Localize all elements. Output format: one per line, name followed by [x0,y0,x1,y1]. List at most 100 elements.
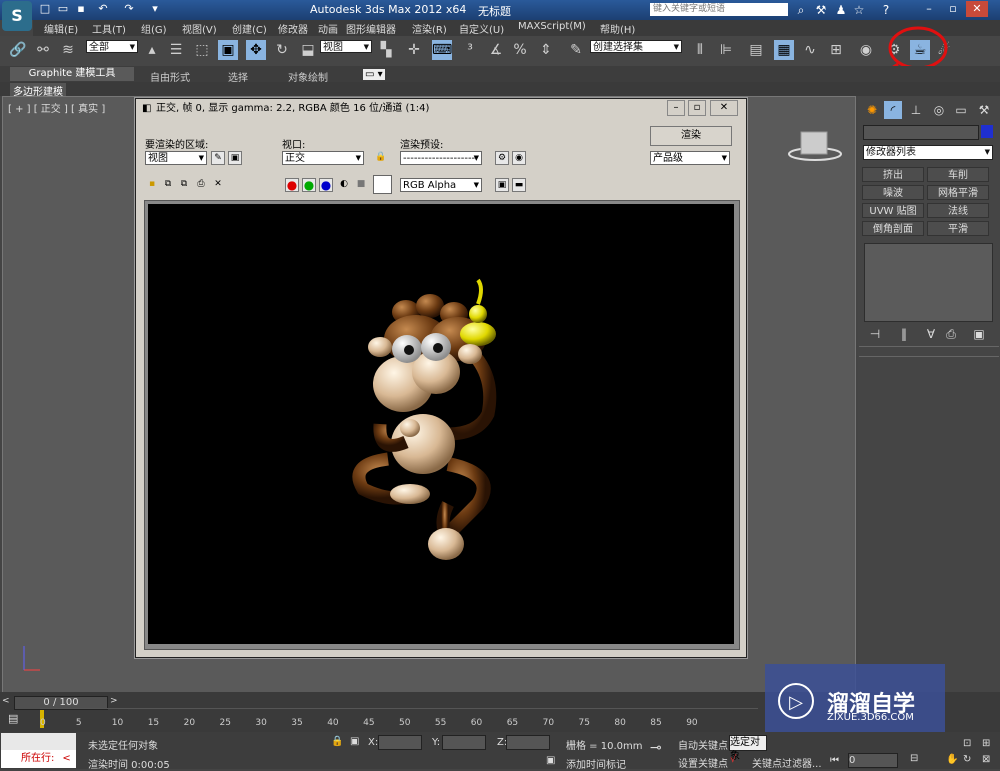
menu-create[interactable]: 创建(C) [232,21,267,36]
render-setup-icon-small[interactable]: ⚙ [495,151,509,165]
display-tab-icon[interactable]: ▭ [952,101,970,119]
alpha-channel-icon[interactable]: ◐ [337,178,351,192]
layer-manager-icon[interactable]: ▤ [746,40,766,60]
reference-coordinate-dropdown[interactable]: 视图 [320,40,372,54]
pan-icon[interactable]: ✋ [946,754,958,765]
modifier-lathe-button[interactable]: 车削 [927,167,989,182]
tools-icon[interactable]: ⚒ [813,2,829,18]
modifier-normal-button[interactable]: 法线 [927,203,989,218]
set-key-label[interactable]: 设置关键点 [678,755,728,770]
menu-views[interactable]: 视图(V) [182,21,217,36]
pin-stack-icon[interactable]: ⊣ [866,325,884,343]
clone-window-icon[interactable]: ⧉ [177,178,191,192]
selected-object-dropdown[interactable]: 选定对象 [729,735,767,762]
selection-filter-dropdown[interactable]: 全部 [86,40,138,54]
modifier-stack[interactable] [864,243,993,322]
ribbon-options-icon[interactable]: ▭ ▾ [363,69,385,80]
maximize-viewport-icon[interactable]: ⊞ [982,738,990,749]
new-file-icon[interactable]: □ [38,2,52,16]
toggle-ui-overlay-icon[interactable]: ▣ [495,178,509,192]
menu-maxscript[interactable]: MAXScript(M) [518,21,586,32]
quality-dropdown[interactable]: 产品级 [650,151,730,165]
menu-customize[interactable]: 自定义(U) [459,21,504,36]
print-icon[interactable]: ⎙ [194,178,208,192]
create-tab-icon[interactable]: ✺ [863,101,881,119]
minimize-button[interactable]: – [918,1,940,17]
clear-icon[interactable]: ✕ [211,178,225,192]
render-window-minimize-button[interactable]: – [667,100,685,116]
select-scale-icon[interactable]: ⬓ [298,40,318,60]
copy-image-icon[interactable]: ⧉ [161,178,175,192]
go-to-start-icon[interactable]: ⏮ [830,755,839,766]
mirror-icon[interactable]: ⫴ [690,40,710,60]
time-tag-icon[interactable]: ▣ [546,755,555,766]
select-by-name-icon[interactable]: ☰ [166,40,186,60]
hierarchy-tab-icon[interactable]: ⊥ [907,101,925,119]
motion-tab-icon[interactable]: ◎ [930,101,948,119]
link-icon[interactable]: 🔗 [8,40,28,60]
timeline-next-icon[interactable]: > [110,696,120,708]
render-preset-dropdown[interactable]: -------------------- [400,151,482,165]
maxscript-mini-listener[interactable]: 所在行: < [1,750,76,768]
blue-channel-icon[interactable]: ● [319,178,333,192]
redo-icon[interactable]: ↷ [122,2,136,16]
binoculars-icon[interactable]: ⌕ [793,2,809,18]
unlink-icon[interactable]: ⚯ [33,40,53,60]
menu-rendering[interactable]: 渲染(R) [412,21,447,36]
green-channel-icon[interactable]: ● [302,178,316,192]
transform-mode-icon[interactable]: ▣ [350,736,359,747]
menu-edit[interactable]: 编辑(E) [44,21,78,36]
zoom-extents-icon[interactable]: ⊡ [963,738,971,749]
modify-tab-icon[interactable]: ◜ [884,101,902,119]
orbit-icon[interactable]: ↻ [963,754,971,765]
menu-graph-editors[interactable]: 图形编辑器 [346,21,396,36]
lock-icon[interactable]: 🔒 [374,151,388,165]
render-window-maximize-button[interactable]: ▫ [688,100,706,116]
object-color-swatch[interactable] [981,125,993,138]
time-config-icon[interactable]: ⊟ [910,753,918,764]
viewport-select-dropdown[interactable]: 正交 [282,151,364,165]
field-of-view-icon[interactable]: ⊠ [982,754,990,765]
viewcube-icon[interactable] [785,126,845,166]
tab-graphite-modeling[interactable]: Graphite 建模工具 [10,67,134,81]
toggle-ui-icon[interactable]: ▬ [512,178,526,192]
render-button[interactable]: 渲染 [650,126,732,146]
menu-modifiers[interactable]: 修改器 [278,21,308,36]
favorites-icon[interactable]: ☆ [851,2,867,18]
current-frame-field[interactable]: 0 [848,753,898,768]
modifier-extrude-button[interactable]: 挤出 [862,167,924,182]
rectangular-selection-icon[interactable]: ⬚ [192,40,212,60]
y-coord-field[interactable] [442,735,486,750]
render-window-close-button[interactable]: ✕ [710,100,738,116]
red-channel-icon[interactable]: ● [285,178,299,192]
menu-tools[interactable]: 工具(T) [92,21,126,36]
spinner-snap-icon[interactable]: ⇕ [536,40,556,60]
edit-named-selection-icon[interactable]: ✎ [566,40,586,60]
x-coord-field[interactable] [378,735,422,750]
mini-curve-editor-icon[interactable]: ▤ [8,712,26,726]
menu-group[interactable]: 组(G) [141,21,167,36]
bind-space-warp-icon[interactable]: ≋ [58,40,78,60]
search-input[interactable]: 键入关键字或短语 [650,3,788,16]
modifier-bevel-profile-button[interactable]: 倒角剖面 [862,221,924,236]
modifier-smooth-button[interactable]: 平滑 [927,221,989,236]
save-image-icon[interactable]: ▪ [145,178,159,192]
select-object-icon[interactable]: ▴ [142,40,162,60]
modifier-uvw-map-button[interactable]: UVW 贴图 [862,203,924,218]
select-rotate-icon[interactable]: ↻ [272,40,292,60]
utilities-tab-icon[interactable]: ⚒ [975,101,993,119]
modifier-noise-button[interactable]: 噪波 [862,185,924,200]
set-key-icon[interactable]: √ [730,754,736,765]
align-icon[interactable]: ⊫ [716,40,736,60]
percent-snap-icon[interactable]: % [510,40,530,60]
selection-lock-icon[interactable]: 🔒 [331,736,343,747]
configure-modifier-sets-icon[interactable]: ▣ [970,325,988,343]
select-manipulate-icon[interactable]: ✛ [404,40,424,60]
help-icon[interactable]: ? [878,2,894,18]
remove-modifier-icon[interactable]: ⎙ [942,325,960,343]
area-to-render-dropdown[interactable]: 视图 [145,151,207,165]
channel-display-dropdown[interactable]: RGB Alpha [400,178,482,192]
open-file-icon[interactable]: ▭ [56,2,70,16]
menu-help[interactable]: 帮助(H) [600,21,635,36]
monochrome-icon[interactable]: ■ [354,178,368,192]
